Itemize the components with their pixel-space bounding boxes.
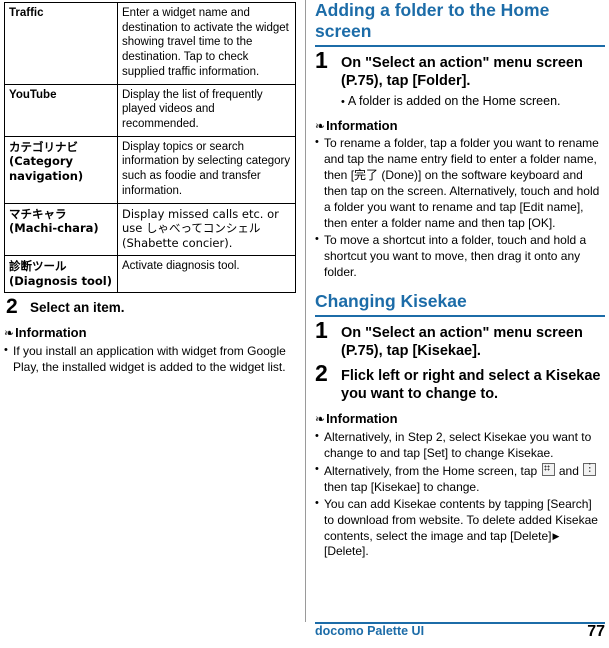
- table-cell-key: YouTube: [4, 83, 118, 137]
- step-text: On "Select an action" menu screen (P.75)…: [341, 55, 583, 90]
- list-item: You can add Kisekae contents by tapping …: [315, 496, 605, 561]
- list-item: To rename a folder, tap a folder you wan…: [315, 135, 605, 232]
- substep-text: A folder is added on the Home screen.: [347, 94, 561, 109]
- overflow-menu-icon: [583, 461, 597, 476]
- step-select-action-folder: 1 On "Select an action" menu screen (P.7…: [315, 49, 605, 110]
- step-flick-select-kisekae: 2 Flick left or right and select a Kisek…: [315, 361, 605, 403]
- right-column: Adding a folder to the Home screen 1 On …: [315, 0, 605, 561]
- list-item-text: Alternatively, in Step 2, select Kisekae…: [324, 429, 592, 460]
- list-item: If you install an application with widge…: [4, 343, 296, 376]
- flower-icon: ❧: [4, 326, 15, 341]
- section-heading-changing-kisekae: Changing Kisekae: [315, 291, 605, 317]
- information-heading-label: Information: [15, 325, 87, 341]
- page-number: 77: [587, 623, 605, 640]
- column-divider: [305, 0, 306, 622]
- step-substep: • A folder is added on the Home screen.: [341, 93, 605, 109]
- table-cell-key: カテゴリナビ (Category navigation): [4, 135, 118, 204]
- information-heading: ❧Information: [315, 118, 605, 134]
- arrow-right-icon: ▶: [552, 530, 560, 541]
- information-heading-label: Information: [326, 411, 398, 427]
- table-cell-key: マチキャラ (Machi-chara): [4, 202, 118, 256]
- information-list: To rename a folder, tap a folder you wan…: [315, 135, 605, 281]
- table-row: カテゴリナビ (Category navigation) Display top…: [4, 135, 296, 204]
- app-grid-icon: [541, 462, 555, 476]
- left-column: Traffic Enter a widget name and destinat…: [4, 2, 296, 377]
- list-item: Alternatively, in Step 2, select Kisekae…: [315, 429, 605, 462]
- section-heading-add-folder: Adding a folder to the Home screen: [315, 0, 605, 47]
- list-item: To move a shortcut into a folder, touch …: [315, 232, 605, 281]
- information-heading: ❧Information: [315, 411, 605, 427]
- list-item-text-part: and: [555, 463, 583, 478]
- flower-icon: ❧: [315, 118, 326, 133]
- page-footer: docomo Palette UI 77: [315, 624, 605, 640]
- table-row: マチキャラ (Machi-chara) Display missed calls…: [4, 202, 296, 256]
- table-row: Traffic Enter a widget name and destinat…: [4, 2, 296, 85]
- information-heading-label: Information: [326, 117, 398, 133]
- flower-icon: ❧: [315, 412, 326, 427]
- list-item: Alternatively, from the Home screen, tap…: [315, 461, 605, 496]
- list-item-text-part: then tap [Kisekae] to change.: [324, 479, 480, 494]
- information-heading: ❧Information: [4, 325, 296, 341]
- table-cell-value: Enter a widget name and destination to a…: [117, 2, 296, 85]
- step-number: 1: [315, 47, 328, 73]
- table-cell-value: Activate diagnosis tool.: [117, 254, 296, 294]
- step-text: Select an item.: [30, 300, 125, 316]
- table-cell-value: Display missed calls etc. or use しゃべってコン…: [117, 202, 296, 256]
- widget-spec-table: Traffic Enter a widget name and destinat…: [4, 2, 296, 294]
- table-cell-value: Display the list of frequently played vi…: [117, 83, 296, 137]
- information-list: Alternatively, in Step 2, select Kisekae…: [315, 429, 605, 561]
- footer-section-title: docomo Palette UI: [315, 624, 425, 638]
- manual-page: Traffic Enter a widget name and destinat…: [0, 0, 609, 648]
- step-number: 1: [315, 316, 328, 343]
- information-list: If you install an application with widge…: [4, 343, 296, 376]
- step-number: 2: [315, 359, 328, 386]
- step-select-action-kisekae: 1 On "Select an action" menu screen (P.7…: [315, 318, 605, 360]
- step-text: On "Select an action" menu screen (P.75)…: [341, 324, 583, 359]
- table-cell-key: Traffic: [4, 2, 118, 85]
- bullet-icon: •: [341, 96, 345, 109]
- step-text: Flick left or right and select a Kisekae…: [341, 367, 601, 403]
- table-row: YouTube Display the list of frequently p…: [4, 83, 296, 137]
- step-select-item: 2 Select an item.: [4, 296, 296, 317]
- table-cell-key: 診断ツール (Diagnosis tool): [4, 254, 118, 294]
- table-cell-value: Display topics or search information by …: [117, 135, 296, 204]
- step-number: 2: [6, 295, 18, 319]
- list-item-text-part: [Delete].: [324, 544, 369, 559]
- list-item-text-part: Alternatively, from the Home screen, tap: [324, 463, 541, 478]
- table-row: 診断ツール (Diagnosis tool) Activate diagnosi…: [4, 254, 296, 294]
